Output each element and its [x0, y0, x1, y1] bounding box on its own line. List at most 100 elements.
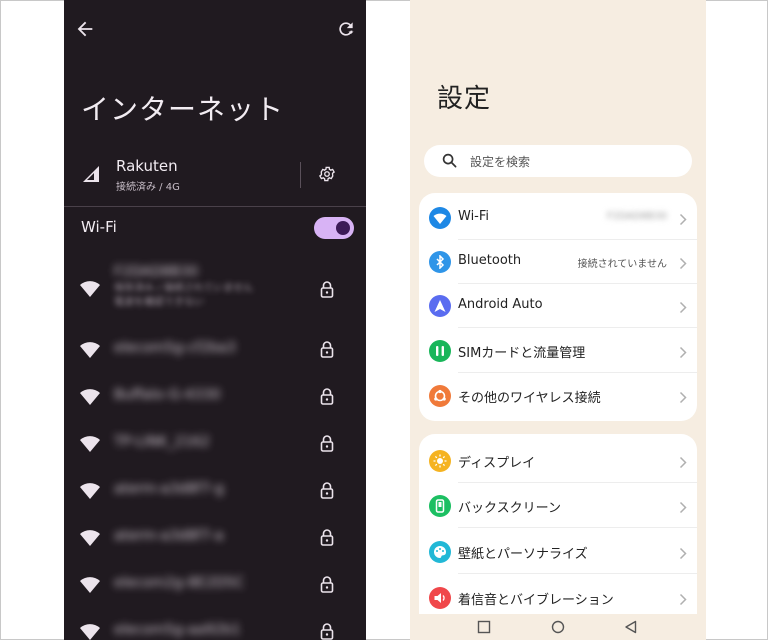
- navigation-arrow-icon: [429, 295, 451, 317]
- lock-icon: [320, 575, 334, 593]
- wifi-network-item[interactable]: aterm-a3d8f7-a: [64, 520, 366, 556]
- top-app-bar: [64, 0, 366, 60]
- sim-card-icon: [429, 340, 451, 362]
- cell-signal-icon: [83, 166, 99, 182]
- lock-icon: [320, 622, 334, 640]
- toggle-knob: [336, 221, 350, 235]
- wifi-network-item[interactable]: Buffalo-G-4330: [64, 379, 366, 415]
- wifi-icon: [79, 623, 101, 640]
- wifi-network-item[interactable]: TP-LINK_2162: [64, 426, 366, 462]
- chevron-right-icon: [679, 211, 687, 226]
- wifi-toggle-switch[interactable]: [314, 217, 354, 239]
- settings-screen: 設定 設定を検索 Wi-Fi F2DAD8B30 Bluetooth 接続されていませ…: [410, 0, 706, 640]
- lock-icon: [320, 434, 334, 452]
- settings-item-label: 着信音とバイブレーション: [458, 593, 614, 608]
- chevron-right-icon: [679, 454, 687, 469]
- carrier-name: Rakuten: [116, 157, 178, 175]
- chevron-right-icon: [679, 299, 687, 314]
- wifi-icon: [79, 280, 101, 298]
- carrier-status: 接続済み / 4G: [116, 182, 180, 193]
- wifi-network-item[interactable]: aterm-a3d8f7-g: [64, 473, 366, 509]
- connectivity-group: Wi-Fi F2DAD8B30 Bluetooth 接続されていません Android …: [419, 193, 697, 421]
- settings-item-value: F2DAD8B30: [606, 211, 667, 222]
- back-arrow-icon[interactable]: [74, 18, 96, 40]
- wifi-icon: [79, 576, 101, 594]
- settings-item-label: Bluetooth: [458, 253, 522, 268]
- lock-icon: [320, 528, 334, 546]
- wifi-network-name: elecom5g-cf2ba3: [114, 340, 236, 356]
- lock-icon: [320, 280, 334, 298]
- chevron-right-icon: [679, 545, 687, 560]
- back-nav-icon[interactable]: [624, 620, 638, 634]
- settings-item-phone-screen[interactable]: バックスクリーン: [419, 483, 697, 528]
- recent-apps-icon[interactable]: [477, 620, 491, 634]
- personalization-group: ディスプレイバックスクリーン壁紙とパーソナライズ着信音とバイブレーション: [419, 434, 697, 614]
- brightness-icon: [429, 450, 451, 472]
- wifi-network-status: 保存済み / 接続されていません 電波を確認できない: [114, 283, 254, 308]
- wifi-icon: [79, 341, 101, 359]
- section-divider: [64, 206, 366, 207]
- settings-item-speaker[interactable]: 着信音とバイブレーション: [419, 575, 697, 614]
- lock-icon: [320, 340, 334, 358]
- chevron-right-icon: [679, 389, 687, 404]
- settings-item-label: ディスプレイ: [458, 456, 536, 471]
- chevron-right-icon: [679, 591, 687, 606]
- page-title: 設定: [437, 84, 492, 114]
- home-icon[interactable]: [551, 620, 565, 634]
- settings-item-label: バックスクリーン: [458, 501, 561, 516]
- chevron-right-icon: [679, 344, 687, 359]
- wifi-icon: [79, 529, 101, 547]
- palette-icon: [429, 541, 451, 563]
- carrier-row[interactable]: Rakuten 接続済み / 4G: [64, 150, 366, 206]
- carrier-divider: [300, 162, 301, 188]
- wifi-network-name: TP-LINK_2162: [114, 434, 210, 450]
- settings-item-label: SIMカードと流量管理: [458, 346, 586, 361]
- row-divider: [458, 527, 697, 528]
- settings-item-connection[interactable]: その他のワイヤレス接続: [419, 373, 697, 418]
- row-divider: [458, 573, 697, 574]
- chevron-right-icon: [679, 255, 687, 270]
- wifi-network-name: aterm-a3d8f7-a: [114, 528, 224, 544]
- settings-item-palette[interactable]: 壁紙とパーソナライズ: [419, 529, 697, 574]
- wifi-toggle-row[interactable]: Wi-Fi: [64, 210, 366, 246]
- navigation-bar: [410, 614, 706, 640]
- search-icon: [442, 153, 457, 168]
- wifi-icon: [79, 388, 101, 406]
- page-title: インターネット: [81, 93, 285, 126]
- search-bar[interactable]: 設定を検索: [424, 145, 692, 177]
- wifi-network-item[interactable]: F2DAD8B30 保存済み / 接続されていません 電波を確認できない: [64, 264, 366, 308]
- wifi-network-name: Buffalo-G-4330: [114, 387, 221, 403]
- wifi-network-name: F2DAD8B30: [114, 264, 199, 280]
- settings-item-navigation-arrow[interactable]: Android Auto: [419, 283, 697, 328]
- lock-icon: [320, 387, 334, 405]
- settings-item-wifi[interactable]: Wi-Fi F2DAD8B30: [419, 195, 697, 240]
- wifi-network-item[interactable]: elecom2g-8E2D5C: [64, 567, 366, 603]
- wifi-network-name: elecom5g-aa92b1: [114, 622, 241, 638]
- lock-icon: [320, 481, 334, 499]
- connection-icon: [429, 385, 451, 407]
- wifi-network-item[interactable]: elecom5g-aa92b1: [64, 614, 366, 640]
- settings-item-bluetooth[interactable]: Bluetooth 接続されていません: [419, 239, 697, 284]
- settings-item-value: 接続されていません: [577, 259, 667, 270]
- wifi-network-name: elecom2g-8E2D5C: [114, 575, 244, 591]
- chevron-right-icon: [679, 499, 687, 514]
- settings-item-label: Wi-Fi: [458, 209, 490, 224]
- settings-item-label: 壁紙とパーソナライズ: [458, 547, 588, 562]
- speaker-icon: [429, 587, 451, 609]
- wifi-icon: [79, 482, 101, 500]
- settings-item-label: その他のワイヤレス接続: [458, 391, 601, 406]
- settings-item-label: Android Auto: [458, 297, 543, 312]
- wifi-network-item[interactable]: elecom5g-cf2ba3: [64, 332, 366, 368]
- bluetooth-icon: [429, 251, 451, 273]
- internet-settings-screen: インターネット Rakuten 接続済み / 4G Wi-Fi F2DAD8B3…: [64, 0, 366, 640]
- wifi-icon: [429, 207, 451, 229]
- wifi-label: Wi-Fi: [81, 218, 117, 236]
- search-placeholder: 設定を検索: [470, 155, 531, 169]
- refresh-icon[interactable]: [336, 19, 356, 39]
- wifi-icon: [79, 435, 101, 453]
- settings-item-brightness[interactable]: ディスプレイ: [419, 438, 697, 483]
- settings-item-sim-card[interactable]: SIMカードと流量管理: [419, 328, 697, 373]
- phone-screen-icon: [429, 495, 451, 517]
- wifi-network-name: aterm-a3d8f7-g: [114, 481, 224, 497]
- gear-icon[interactable]: [318, 165, 336, 183]
